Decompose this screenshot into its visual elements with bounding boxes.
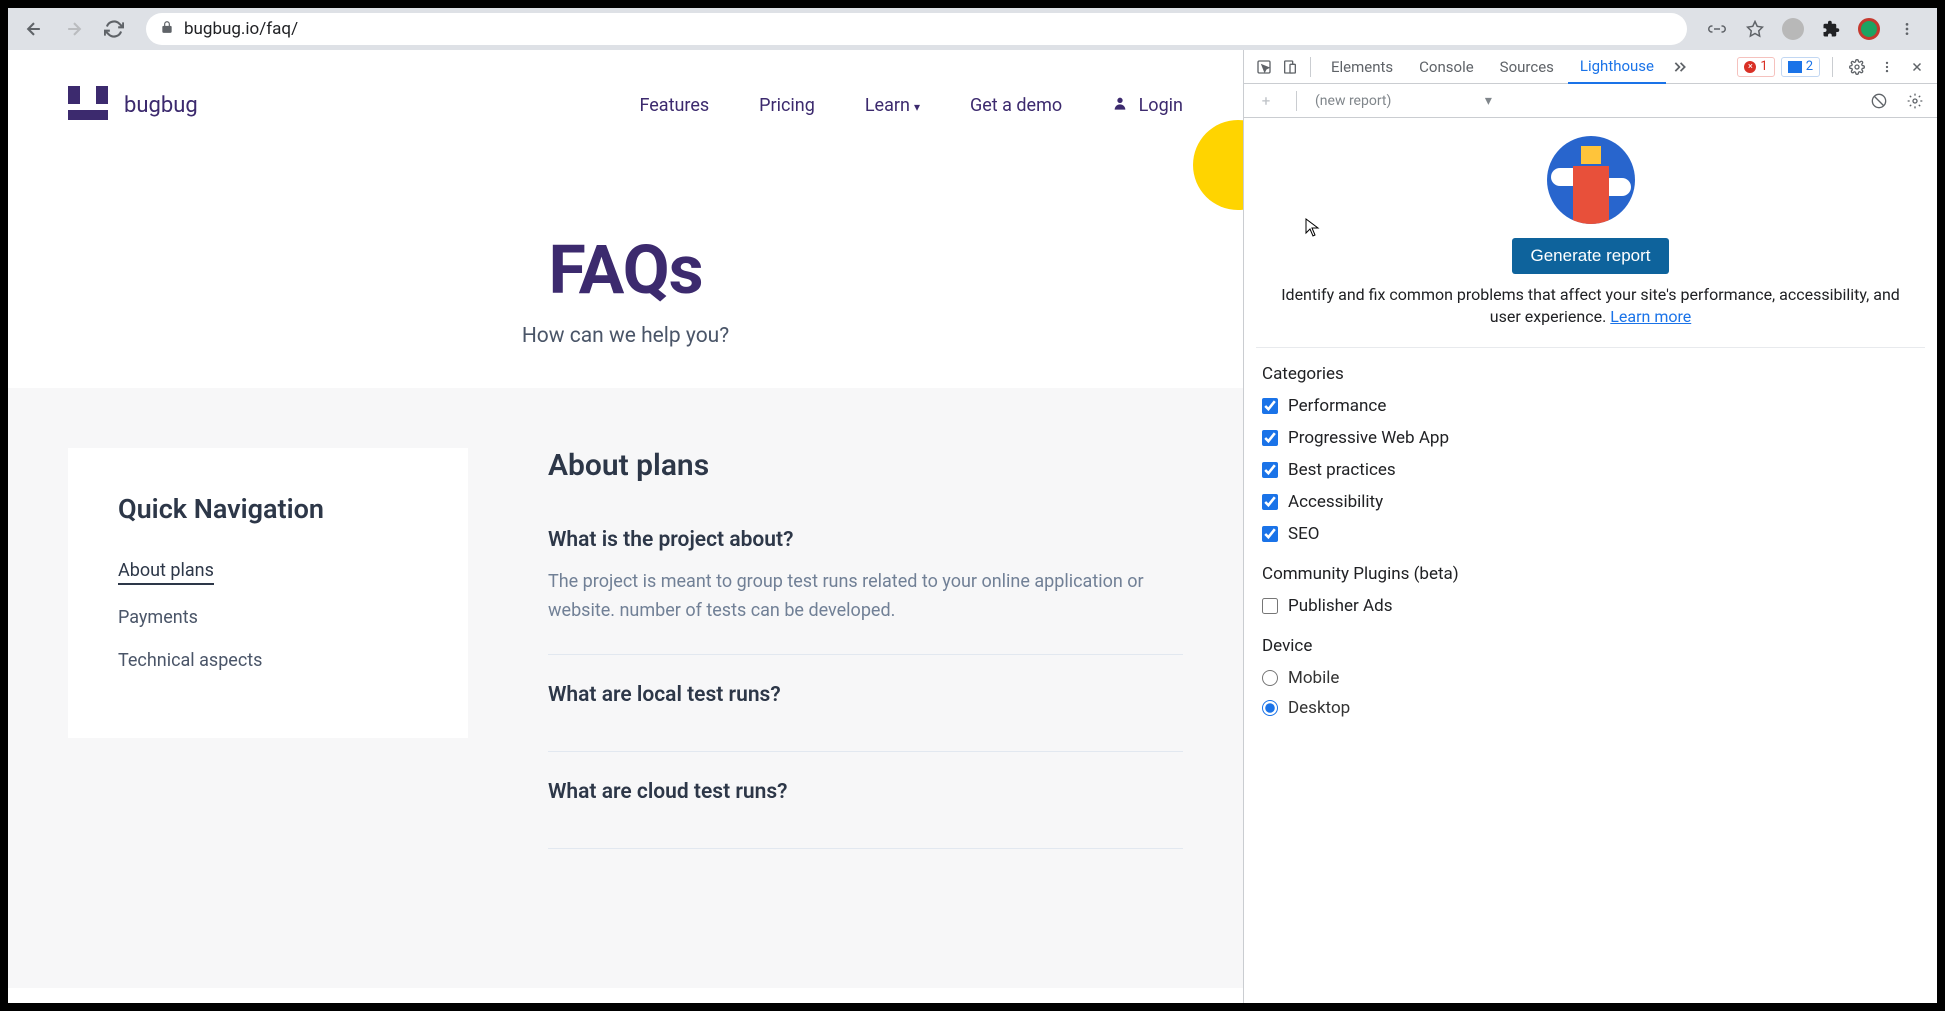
faq-item[interactable]: What are cloud test runs? — [548, 780, 1183, 849]
error-icon: × — [1744, 61, 1756, 73]
page-title: FAQs — [8, 230, 1243, 310]
check-performance[interactable]: Performance — [1262, 396, 1919, 416]
reload-button[interactable] — [98, 13, 130, 45]
more-tabs-icon[interactable] — [1668, 55, 1692, 79]
nav-learn[interactable]: Learn▾ — [865, 95, 920, 116]
radio-desktop[interactable]: Desktop — [1262, 698, 1919, 718]
hero: FAQs How can we help you? — [8, 160, 1243, 388]
browser-menu-icon[interactable] — [1893, 15, 1921, 43]
nav-demo[interactable]: Get a demo — [970, 95, 1062, 116]
check-best-practices[interactable]: Best practices — [1262, 460, 1919, 480]
section-title: About plans — [548, 448, 1183, 483]
nav-pricing[interactable]: Pricing — [759, 95, 815, 116]
lighthouse-panel: Generate report Identify and fix common … — [1244, 118, 1937, 746]
sidebar-item-payments[interactable]: Payments — [118, 607, 418, 628]
check-pwa[interactable]: Progressive Web App — [1262, 428, 1919, 448]
chevron-down-icon: ▾ — [914, 100, 920, 114]
faq-item[interactable]: What is the project about? The project i… — [548, 528, 1183, 655]
categories-section: Categories Performance Progressive Web A… — [1256, 347, 1925, 718]
faq-body: Quick Navigation About plans Payments Te… — [8, 388, 1243, 988]
radio-mobile[interactable]: Mobile — [1262, 668, 1919, 688]
panel-settings-icon[interactable] — [1903, 89, 1927, 113]
logo-mark-icon — [68, 86, 114, 124]
share-icon[interactable] — [1703, 15, 1731, 43]
lock-icon — [160, 20, 174, 38]
toolbar-icons — [1703, 15, 1927, 43]
faq-item[interactable]: What are local test runs? — [548, 683, 1183, 752]
main-nav: Features Pricing Learn▾ Get a demo Login — [639, 95, 1183, 116]
check-publisher-ads[interactable]: Publisher Ads — [1262, 596, 1919, 616]
lighthouse-logo-icon — [1547, 136, 1635, 224]
site-header: bugbug Features Pricing Learn▾ Get a dem… — [8, 50, 1243, 160]
message-badge[interactable]: 2 — [1781, 57, 1820, 77]
nav-login[interactable]: Login — [1112, 95, 1183, 116]
faq-question: What are cloud test runs? — [548, 780, 1183, 804]
close-devtools-icon[interactable] — [1905, 55, 1929, 79]
devtools-tabs: Elements Console Sources Lighthouse × 1 … — [1244, 50, 1937, 84]
device-toggle-icon[interactable] — [1278, 55, 1302, 79]
star-icon[interactable] — [1741, 15, 1769, 43]
address-bar[interactable]: bugbug.io/faq/ — [146, 13, 1687, 45]
devtools-panel: Elements Console Sources Lighthouse × 1 … — [1243, 50, 1937, 1003]
message-icon — [1788, 61, 1802, 73]
lighthouse-description: Identify and fix common problems that af… — [1256, 284, 1925, 329]
quick-nav-title: Quick Navigation — [118, 493, 418, 525]
report-selector[interactable]: (new report) ▾ — [1315, 93, 1855, 109]
error-badge[interactable]: × 1 — [1737, 57, 1774, 77]
faq-question: What are local test runs? — [548, 683, 1183, 707]
extensions-icon[interactable] — [1817, 15, 1845, 43]
browser-toolbar: bugbug.io/faq/ — [8, 8, 1937, 50]
inspect-icon[interactable] — [1252, 55, 1276, 79]
user-icon — [1112, 95, 1132, 116]
check-accessibility[interactable]: Accessibility — [1262, 492, 1919, 512]
lighthouse-subbar: + (new report) ▾ — [1244, 84, 1937, 118]
quick-nav-card: Quick Navigation About plans Payments Te… — [68, 448, 468, 738]
generate-report-button[interactable]: Generate report — [1512, 238, 1668, 274]
url-text: bugbug.io/faq/ — [184, 19, 298, 39]
devtools-menu-icon[interactable] — [1875, 55, 1899, 79]
tab-elements[interactable]: Elements — [1319, 50, 1405, 84]
tab-lighthouse[interactable]: Lighthouse — [1568, 50, 1666, 84]
learn-more-link[interactable]: Learn more — [1610, 307, 1691, 326]
check-seo[interactable]: SEO — [1262, 524, 1919, 544]
faq-answer: The project is meant to group test runs … — [548, 568, 1183, 626]
faq-main: About plans What is the project about? T… — [548, 448, 1183, 928]
clear-icon[interactable] — [1867, 89, 1891, 113]
extension-gray-icon[interactable] — [1779, 15, 1807, 43]
sidebar-item-about-plans[interactable]: About plans — [118, 560, 214, 585]
logo[interactable]: bugbug — [68, 86, 198, 124]
page-content: bugbug Features Pricing Learn▾ Get a dem… — [8, 50, 1243, 1003]
plugins-title: Community Plugins (beta) — [1262, 564, 1919, 584]
forward-button[interactable] — [58, 13, 90, 45]
settings-icon[interactable] — [1845, 55, 1869, 79]
sidebar-item-technical[interactable]: Technical aspects — [118, 650, 418, 671]
nav-features[interactable]: Features — [639, 95, 709, 116]
plus-icon[interactable]: + — [1254, 89, 1278, 113]
tab-sources[interactable]: Sources — [1488, 50, 1566, 84]
back-button[interactable] — [18, 13, 50, 45]
categories-title: Categories — [1262, 364, 1919, 384]
chevron-down-icon: ▾ — [1485, 93, 1492, 109]
page-subtitle: How can we help you? — [8, 324, 1243, 348]
extension-green-icon[interactable] — [1855, 15, 1883, 43]
device-title: Device — [1262, 636, 1919, 656]
tab-console[interactable]: Console — [1407, 50, 1486, 84]
logo-text: bugbug — [124, 93, 198, 118]
faq-question: What is the project about? — [548, 528, 1183, 552]
